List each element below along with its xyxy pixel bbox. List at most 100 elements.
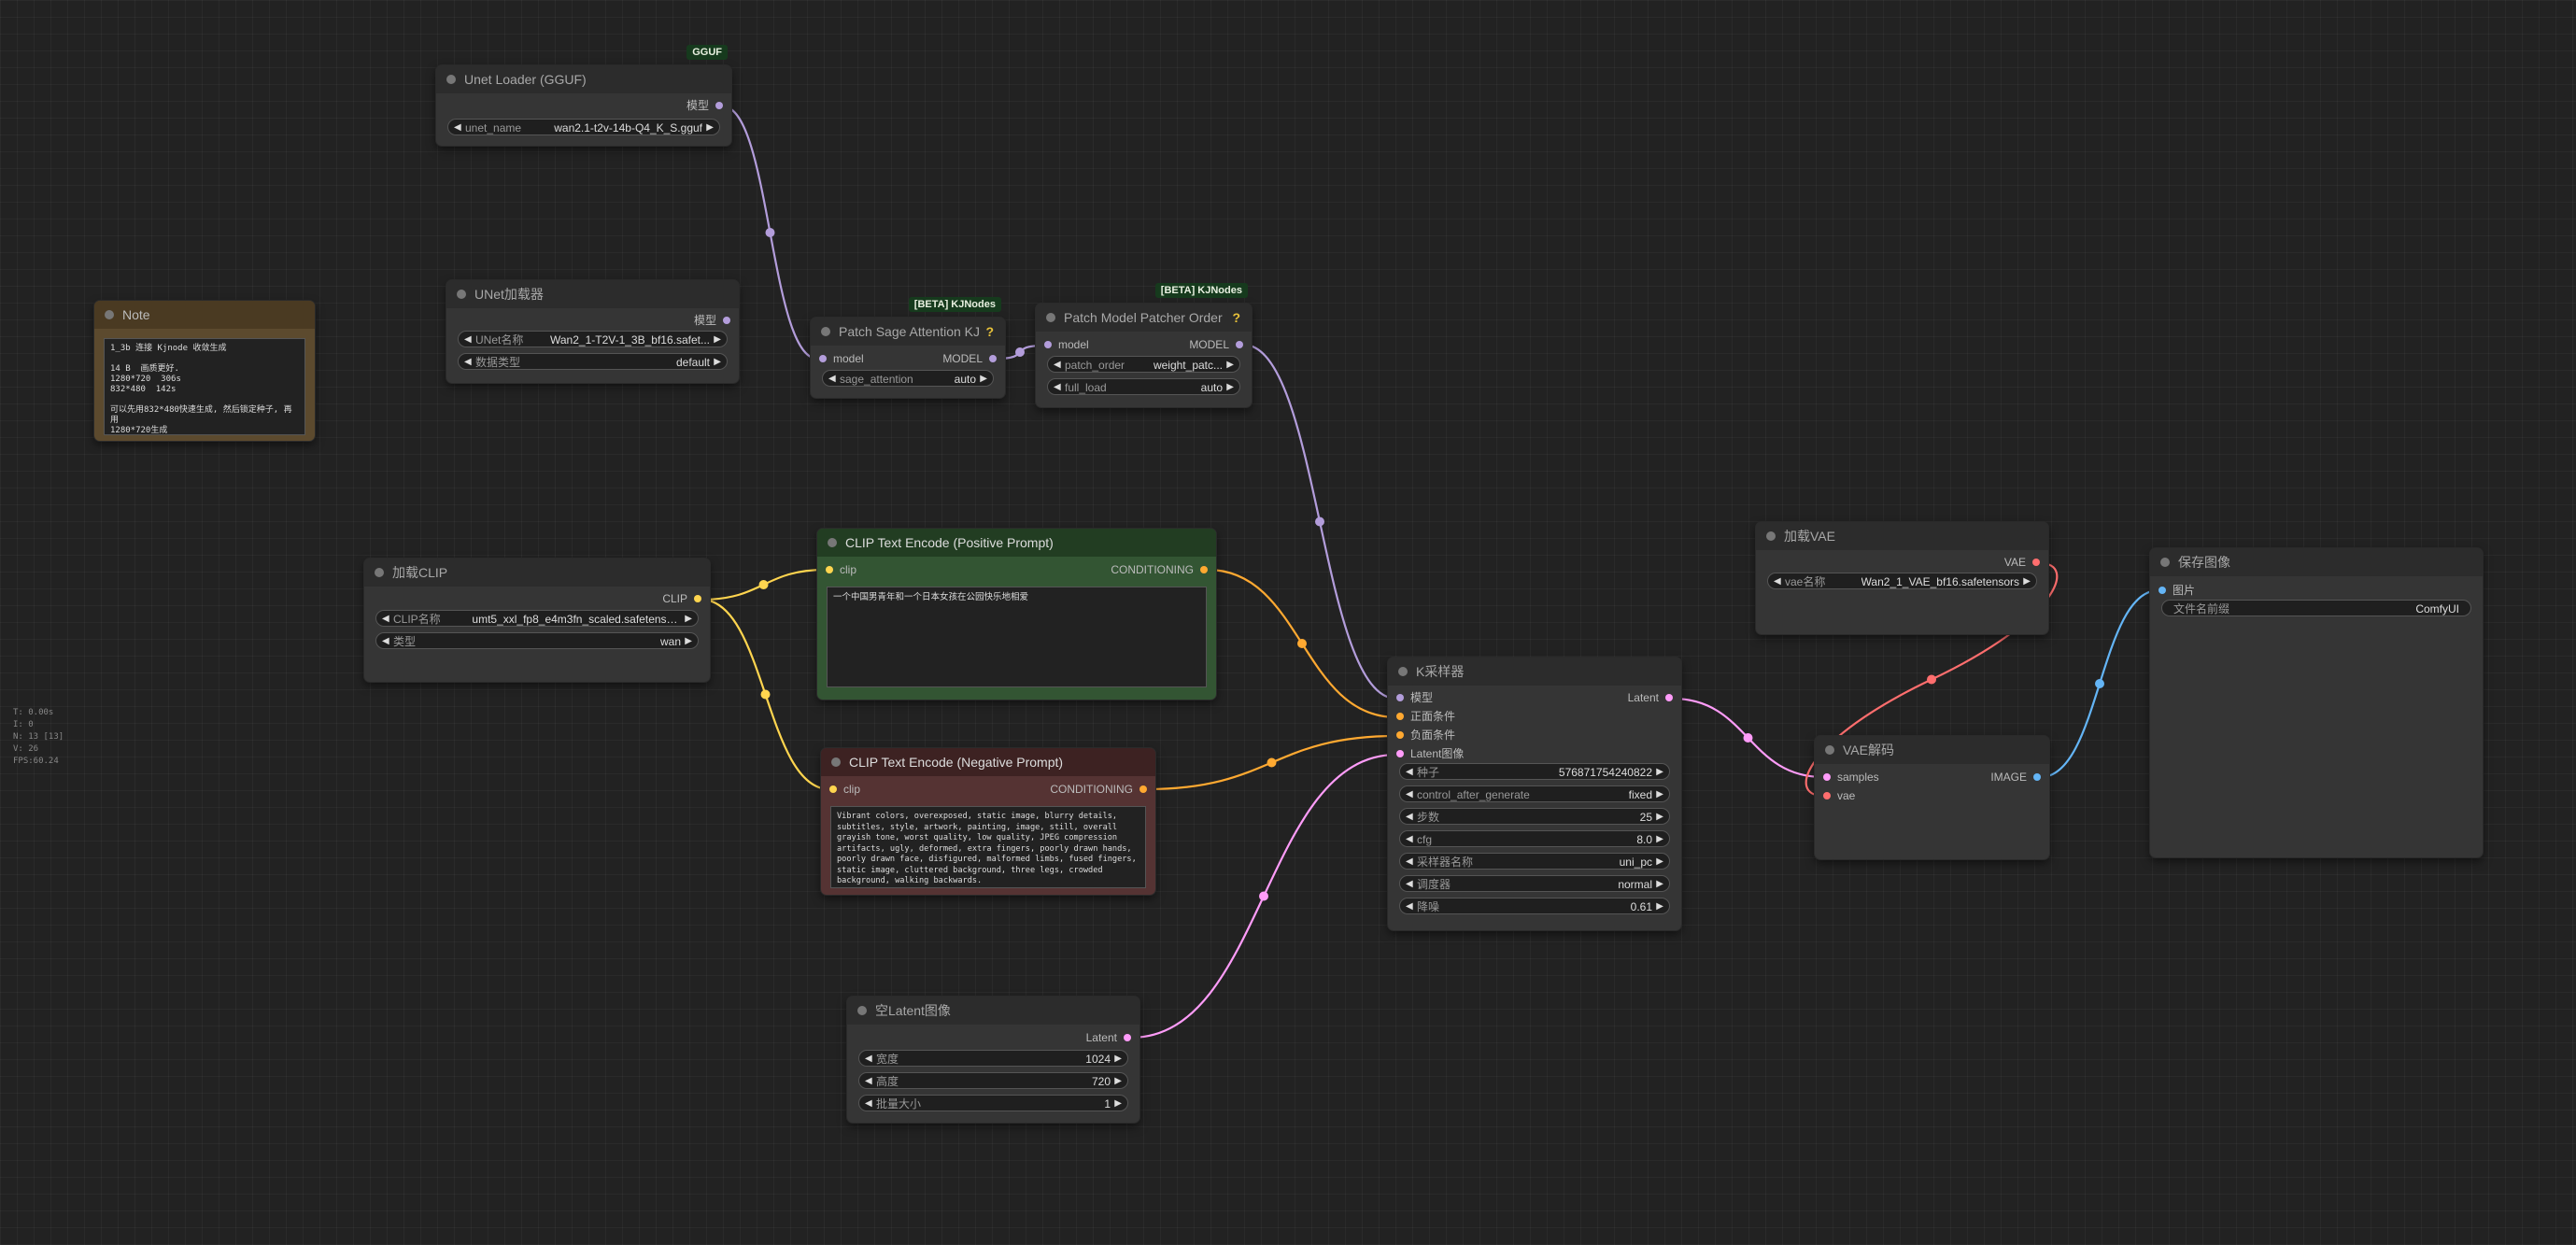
arrow-right-icon[interactable]: ▶ <box>1656 809 1663 826</box>
collapse-dot-icon[interactable] <box>1825 745 1834 755</box>
arrow-left-icon[interactable]: ◀ <box>464 354 472 371</box>
slot-dot-icon[interactable] <box>1139 785 1147 793</box>
slot-dot-icon[interactable] <box>1124 1034 1131 1041</box>
node-ksampler[interactable]: K采样器 模型 正面条件 负面条件 Latent图像 Latent ◀ 种子 576… <box>1388 658 1681 930</box>
link-midpoint-dot[interactable] <box>1259 891 1268 901</box>
link-positive-to-ksampler[interactable] <box>1207 568 1397 719</box>
link-midpoint-dot[interactable] <box>1743 733 1753 743</box>
node-note[interactable]: Note 1_3b 连接 Kjnode 收敛生成 14 B 画质更好. 1280… <box>94 301 315 441</box>
widget-vae-name[interactable]: ◀ vae名称 Wan2_1_VAE_bf16.safetensors ▶ <box>1767 573 2037 589</box>
arrow-left-icon[interactable]: ◀ <box>1406 786 1413 803</box>
node-load-vae[interactable]: 加载VAE VAE ◀ vae名称 Wan2_1_VAE_bf16.safetens… <box>1756 522 2048 634</box>
arrow-left-icon[interactable]: ◀ <box>1406 854 1413 870</box>
link-midpoint-dot[interactable] <box>1927 674 1936 685</box>
arrow-right-icon[interactable]: ▶ <box>1226 357 1234 374</box>
arrow-right-icon[interactable]: ▶ <box>1656 898 1663 915</box>
slot-dot-icon[interactable] <box>1823 773 1831 781</box>
node-clip-text-encode-negative[interactable]: CLIP Text Encode (Negative Prompt) clip … <box>821 748 1155 895</box>
link-decode-to-save[interactable] <box>2040 588 2159 779</box>
widget-scheduler[interactable]: ◀ 调度器 normal ▶ <box>1399 875 1670 892</box>
link-midpoint-dot[interactable] <box>1315 516 1324 527</box>
arrow-left-icon[interactable]: ◀ <box>828 371 836 388</box>
arrow-left-icon[interactable]: ◀ <box>1406 876 1413 893</box>
link-ksampler-to-decode[interactable] <box>1672 697 1824 779</box>
node-save-image[interactable]: 保存图像 图片 文件名前缀 ComfyUI <box>2150 548 2483 857</box>
node-unet-loader[interactable]: UNet加载器 模型 ◀ UNet名称 Wan2_1-T2V-1_3B_bf16.s… <box>446 280 739 383</box>
output-slot-model[interactable]: 模型 <box>694 314 730 327</box>
arrow-left-icon[interactable]: ◀ <box>1054 379 1061 396</box>
input-slot-clip[interactable]: clip <box>826 563 856 576</box>
arrow-right-icon[interactable]: ▶ <box>706 120 714 136</box>
link-midpoint-dot[interactable] <box>2095 678 2104 688</box>
input-slot-model[interactable]: model <box>819 352 864 365</box>
collapse-dot-icon[interactable] <box>2160 558 2170 567</box>
arrow-left-icon[interactable]: ◀ <box>1054 357 1061 374</box>
arrow-right-icon[interactable]: ▶ <box>1114 1051 1122 1068</box>
output-slot-model[interactable]: MODEL <box>1189 338 1243 351</box>
arrow-right-icon[interactable]: ▶ <box>980 371 987 388</box>
arrow-left-icon[interactable]: ◀ <box>1774 573 1781 590</box>
widget-control-after-generate[interactable]: ◀ control_after_generate fixed ▶ <box>1399 785 1670 802</box>
input-slot-vae[interactable]: vae <box>1823 789 1855 802</box>
input-slot-model[interactable]: 模型 <box>1396 691 1433 704</box>
node-title[interactable]: Unet Loader (GGUF) <box>436 65 731 93</box>
note-textarea[interactable]: 1_3b 连接 Kjnode 收敛生成 14 B 画质更好. 1280*720 … <box>104 338 305 435</box>
arrow-left-icon[interactable]: ◀ <box>454 120 461 136</box>
node-title[interactable]: 保存图像 <box>2150 548 2483 576</box>
collapse-dot-icon[interactable] <box>457 290 466 299</box>
output-slot-conditioning[interactable]: CONDITIONING <box>1111 563 1208 576</box>
arrow-right-icon[interactable]: ▶ <box>1656 786 1663 803</box>
arrow-right-icon[interactable]: ▶ <box>1656 831 1663 848</box>
input-slot-positive[interactable]: 正面条件 <box>1396 710 1455 723</box>
collapse-dot-icon[interactable] <box>1398 667 1408 676</box>
arrow-right-icon[interactable]: ▶ <box>1656 764 1663 781</box>
node-title[interactable]: Note <box>94 301 315 329</box>
link-midpoint-dot[interactable] <box>765 228 775 238</box>
slot-dot-icon[interactable] <box>1665 694 1673 701</box>
node-patch-sage-attention[interactable]: [BETA] KJNodes Patch Sage Attention KJ? … <box>811 297 1005 398</box>
arrow-left-icon[interactable]: ◀ <box>464 332 472 348</box>
node-unet-loader-gguf[interactable]: GGUF Unet Loader (GGUF) 模型 ◀ unet_name wan… <box>436 45 731 146</box>
prompt-textarea[interactable]: Vibrant colors, overexposed, static imag… <box>830 806 1146 888</box>
collapse-dot-icon[interactable] <box>857 1006 867 1015</box>
slot-dot-icon[interactable] <box>1823 792 1831 799</box>
node-load-clip[interactable]: 加载CLIP CLIP ◀ CLIP名称 umt5_xxl_fp8_e4m3fn_s… <box>364 559 710 682</box>
node-title[interactable]: 加载VAE <box>1756 522 2048 550</box>
prompt-textarea[interactable]: 一个中国男青年和一个日本女孩在公园快乐地相爱 <box>827 587 1207 687</box>
slot-dot-icon[interactable] <box>1396 694 1404 701</box>
output-slot-conditioning[interactable]: CONDITIONING <box>1050 783 1147 796</box>
arrow-left-icon[interactable]: ◀ <box>1406 898 1413 915</box>
widget-full-load[interactable]: ◀ full_load auto ▶ <box>1047 378 1240 395</box>
input-slot-samples[interactable]: samples <box>1823 771 1879 784</box>
arrow-left-icon[interactable]: ◀ <box>865 1073 872 1090</box>
output-slot-latent[interactable]: Latent <box>1086 1031 1131 1044</box>
arrow-right-icon[interactable]: ▶ <box>2023 573 2031 590</box>
arrow-left-icon[interactable]: ◀ <box>382 611 389 628</box>
link-midpoint-dot[interactable] <box>1297 639 1307 648</box>
arrow-right-icon[interactable]: ▶ <box>1656 876 1663 893</box>
slot-dot-icon[interactable] <box>989 355 997 362</box>
link-patcher-to-ksampler[interactable] <box>1242 343 1397 700</box>
node-title[interactable]: UNet加载器 <box>446 280 739 308</box>
widget-height[interactable]: ◀ 高度 720 ▶ <box>858 1072 1128 1089</box>
input-slot-negative[interactable]: 负面条件 <box>1396 729 1455 742</box>
help-icon[interactable]: ? <box>985 318 994 346</box>
input-slot-clip[interactable]: clip <box>829 783 860 796</box>
arrow-left-icon[interactable]: ◀ <box>865 1096 872 1112</box>
arrow-left-icon[interactable]: ◀ <box>1406 809 1413 826</box>
arrow-left-icon[interactable]: ◀ <box>382 633 389 650</box>
arrow-right-icon[interactable]: ▶ <box>714 332 721 348</box>
help-icon[interactable]: ? <box>1232 304 1240 332</box>
link-midpoint-dot[interactable] <box>758 580 769 589</box>
collapse-dot-icon[interactable] <box>821 327 830 336</box>
node-empty-latent-image[interactable]: 空Latent图像 Latent ◀ 宽度 1024 ▶ ◀ 高度 720 ▶ ◀ 批量大小 1… <box>847 997 1139 1123</box>
widget-steps[interactable]: ◀ 步数 25 ▶ <box>1399 808 1670 825</box>
arrow-left-icon[interactable]: ◀ <box>1406 831 1413 848</box>
slot-dot-icon[interactable] <box>2158 587 2166 594</box>
collapse-dot-icon[interactable] <box>828 538 837 547</box>
widget-cfg[interactable]: ◀ cfg 8.0 ▶ <box>1399 830 1670 847</box>
arrow-right-icon[interactable]: ▶ <box>714 354 721 371</box>
slot-dot-icon[interactable] <box>1200 566 1208 573</box>
slot-dot-icon[interactable] <box>2032 559 2040 566</box>
arrow-left-icon[interactable]: ◀ <box>1406 764 1413 781</box>
